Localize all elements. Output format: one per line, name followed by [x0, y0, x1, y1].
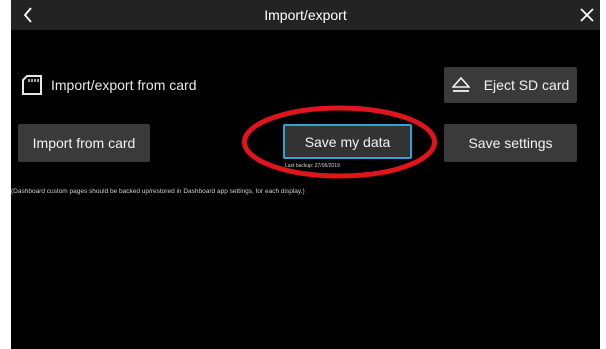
- save-my-data-button[interactable]: Save my data: [283, 124, 412, 159]
- save-data-button-label: Save my data: [304, 133, 391, 150]
- import-export-screen: Import/export Import/export from card Ej…: [11, 0, 600, 349]
- eject-sd-card-button[interactable]: Eject SD card: [444, 67, 577, 103]
- sd-card-icon: [22, 75, 42, 95]
- save-settings-button-label: Save settings: [468, 135, 553, 151]
- chevron-left-icon: [23, 7, 32, 23]
- save-settings-button[interactable]: Save settings: [444, 124, 577, 162]
- page-title: Import/export: [264, 7, 347, 23]
- import-from-card-button[interactable]: Import from card: [18, 124, 150, 162]
- import-export-section-header: Import/export from card: [21, 72, 197, 98]
- back-button[interactable]: [17, 0, 39, 30]
- import-button-label: Import from card: [32, 135, 136, 151]
- last-backup-text: Last backup: 27/06/2019: [285, 163, 340, 169]
- eject-button-label: Eject SD card: [483, 77, 570, 93]
- section-label: Import/export from card: [51, 77, 197, 93]
- dashboard-note: (Dashboard custom pages should be backed…: [11, 188, 305, 195]
- close-button[interactable]: [574, 0, 600, 30]
- close-icon: [580, 8, 594, 22]
- title-bar: Import/export: [11, 0, 600, 30]
- eject-icon: [451, 77, 470, 92]
